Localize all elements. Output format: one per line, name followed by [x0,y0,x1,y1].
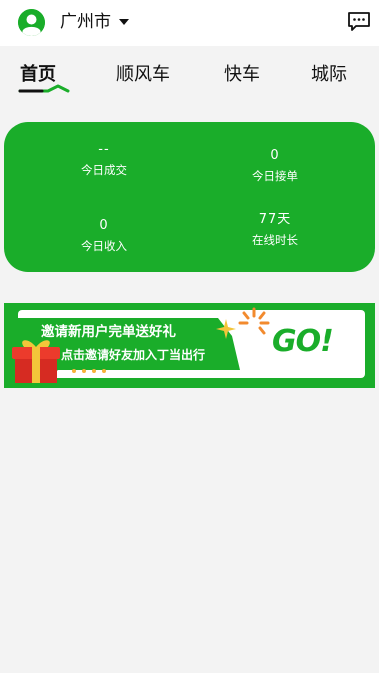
tab-bar: 首页 顺风车 快车 城际 [0,60,379,96]
chevron-down-icon [119,19,129,25]
decorative-dots [72,369,106,373]
stat-label: 今日成交 [81,163,127,177]
banner-subtitle: 点击邀请好友加入丁当出行 [61,348,206,362]
tab-express[interactable]: 快车 [224,63,260,87]
sparkle-icon [216,319,236,339]
gift-icon [12,340,60,383]
go-label: GO! [272,324,334,359]
tab-intercity[interactable]: 城际 [311,63,347,87]
city-label: 广州市 [60,12,111,32]
stat-label: 今日收入 [81,239,127,253]
user-icon[interactable] [18,9,45,36]
stat-online-time: 77天 在线时长 [215,212,335,248]
message-icon[interactable] [347,11,371,33]
top-bar: 广州市 [0,0,379,46]
tab-hitchhike[interactable]: 顺风车 [116,63,170,87]
tab-active-indicator [18,84,70,93]
stat-today-orders: 0 今日接单 [215,148,335,184]
stat-value: -- [98,142,110,157]
invite-banner[interactable]: 邀请新用户完单送好礼 点击邀请好友加入丁当出行 GO! [4,303,375,388]
sunburst-icon [238,307,270,335]
stat-label: 今日接单 [252,169,298,183]
stat-label: 在线时长 [252,233,298,247]
city-selector[interactable]: 广州市 [60,12,129,32]
stats-card: -- 今日成交 0 今日接单 0 今日收入 77天 在线时长 [4,122,375,272]
stat-today-income: 0 今日收入 [44,218,164,254]
stat-value: 0 [270,148,280,163]
stat-today-deals: -- 今日成交 [44,142,164,178]
stat-value: 0 [99,218,109,233]
stat-value: 77天 [258,212,292,227]
